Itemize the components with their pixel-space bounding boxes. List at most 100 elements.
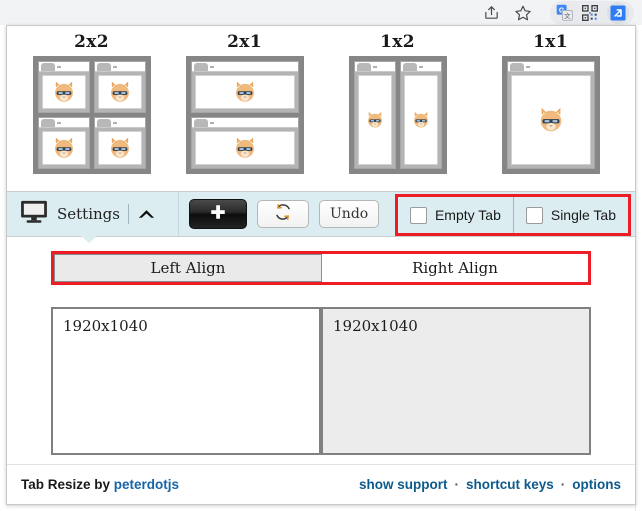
mini-window <box>93 61 146 113</box>
layout-label: 2x1 <box>227 32 262 52</box>
mini-tabbar <box>507 62 594 72</box>
right-resolution-pane[interactable]: 1920x1040 <box>321 307 591 455</box>
mini-body <box>38 128 89 168</box>
options-link[interactable]: options <box>572 477 621 492</box>
svg-text:文: 文 <box>564 11 571 20</box>
mini-window <box>353 61 396 169</box>
mini-tabbar <box>94 62 145 72</box>
mini-tabbar <box>38 118 89 128</box>
layout-label: 1x1 <box>533 32 568 52</box>
mini-page <box>510 75 591 165</box>
shortcut-keys-link[interactable]: shortcut keys <box>466 477 554 492</box>
mini-page <box>403 75 438 165</box>
layout-2x2[interactable]: 2x2 <box>27 32 157 174</box>
toolbar-divider <box>127 204 129 224</box>
layout-options-row: 2x2 2x1 1x2 1x1 <box>7 26 635 191</box>
popup-footer: Tab Resize by peterdotjs show support · … <box>7 464 635 504</box>
mini-body <box>94 72 145 112</box>
mini-window <box>399 61 442 169</box>
qr-code-icon[interactable] <box>581 4 599 22</box>
mini-body <box>400 72 441 168</box>
left-align-button[interactable]: Left Align <box>54 254 322 282</box>
settings-button[interactable]: Settings <box>7 192 179 243</box>
align-toggle-group: Left Align Right Align <box>51 251 591 285</box>
tab-resize-popup: 2x2 2x1 1x2 1x1 Settings Undo Empty Tab … <box>6 25 636 505</box>
checkbox-box[interactable] <box>409 206 427 224</box>
layout-label: 1x2 <box>380 32 415 52</box>
cat-icon <box>235 81 254 102</box>
mini-tab <box>40 63 61 71</box>
google-translate-icon[interactable]: G 文 <box>555 4 573 22</box>
mini-body <box>507 72 594 168</box>
right-align-button[interactable]: Right Align <box>322 254 588 282</box>
mini-window <box>93 117 146 169</box>
cat-icon <box>540 107 561 132</box>
link-separator: · <box>454 477 459 492</box>
mini-body <box>94 128 145 168</box>
author-link[interactable]: peterdotjs <box>114 477 179 492</box>
mini-window <box>190 61 299 113</box>
mini-body <box>191 72 298 112</box>
mini-tab <box>96 119 117 127</box>
refresh-button[interactable] <box>257 200 309 228</box>
tab-options-group: Empty Tab Single Tab <box>394 194 631 236</box>
browser-toolbar-icons: G 文 <box>480 0 634 25</box>
link-separator: · <box>560 477 566 492</box>
mini-window <box>37 61 90 113</box>
add-layout-button[interactable] <box>189 199 247 229</box>
layout-1x1[interactable]: 1x1 <box>486 32 616 174</box>
cat-icon <box>110 81 129 102</box>
monitor-icon <box>19 200 49 229</box>
mini-page <box>41 131 86 165</box>
mini-window <box>37 117 90 169</box>
app-root: G 文 2x2 2x1 1x2 1x1 Settings Undo Empty … <box>0 0 642 511</box>
mini-body <box>354 72 395 168</box>
cat-icon <box>54 81 73 102</box>
mini-body <box>38 72 89 112</box>
left-resolution-pane[interactable]: 1920x1040 <box>51 307 321 455</box>
show-support-link[interactable]: show support <box>359 477 448 492</box>
mini-tabbar <box>94 118 145 128</box>
share-icon[interactable] <box>480 2 502 24</box>
undo-button[interactable]: Undo <box>319 200 380 228</box>
mini-tabbar <box>191 62 298 72</box>
layout-thumbnail-1x2[interactable] <box>348 56 447 174</box>
checkbox-box[interactable] <box>525 206 543 224</box>
refresh-icon <box>274 203 292 225</box>
mini-window <box>190 117 299 169</box>
layout-thumbnail-2x1[interactable] <box>185 56 304 174</box>
settings-toolbar: Settings Undo Empty Tab Single Tab <box>7 191 635 243</box>
cat-icon <box>413 111 428 128</box>
empty-tab-label: Empty Tab <box>434 207 501 223</box>
layout-thumbnail-1x1[interactable] <box>501 56 600 174</box>
mini-tabbar <box>191 118 298 128</box>
bookmark-star-icon[interactable] <box>512 2 534 24</box>
mini-page <box>97 75 142 109</box>
mini-tab <box>40 119 61 127</box>
mini-tab <box>402 63 423 71</box>
single-tab-checkbox[interactable]: Single Tab <box>512 197 628 233</box>
cat-icon <box>110 137 129 158</box>
mini-tabbar <box>354 62 395 72</box>
cat-icon <box>367 111 382 128</box>
layout-2x1[interactable]: 2x1 <box>180 32 310 174</box>
chevron-up-icon[interactable] <box>137 206 156 223</box>
mini-page <box>194 75 295 109</box>
credit-text: Tab Resize by peterdotjs <box>21 477 179 492</box>
mini-tab <box>96 63 117 71</box>
single-tab-label: Single Tab <box>550 207 616 223</box>
empty-tab-checkbox[interactable]: Empty Tab <box>398 197 513 233</box>
layout-1x2[interactable]: 1x2 <box>333 32 463 174</box>
cat-icon <box>235 137 254 158</box>
mini-tabbar <box>38 62 89 72</box>
tab-resize-extension-icon[interactable] <box>607 1 629 24</box>
page-background <box>635 25 642 511</box>
mini-window <box>506 61 595 169</box>
credit-prefix: Tab Resize by <box>21 477 114 492</box>
layout-label: 2x2 <box>74 32 109 52</box>
layout-thumbnail-2x2[interactable] <box>32 56 151 174</box>
extensions-group: G 文 <box>550 0 634 25</box>
mini-tab <box>356 63 377 71</box>
mini-tabbar <box>400 62 441 72</box>
mini-page <box>194 131 295 165</box>
